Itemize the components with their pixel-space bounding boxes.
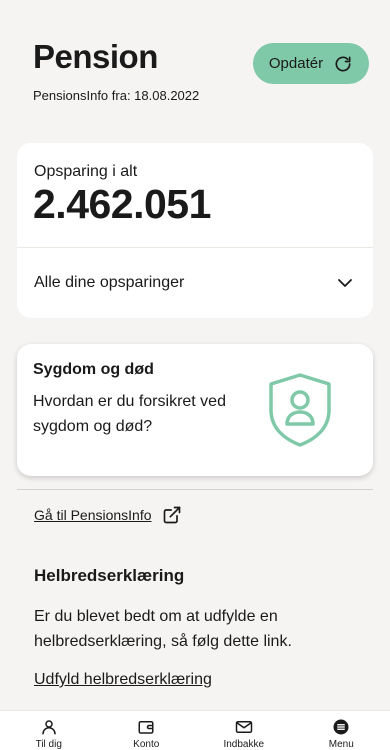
pensionsinfo-date: PensionsInfo fra: 18.08.2022 (33, 88, 200, 103)
nav-item-indbakke[interactable]: Indbakke (195, 711, 292, 750)
savings-card: Opsparing i alt 2.462.051 Alle dine opsp… (17, 143, 373, 318)
savings-total: 2.462.051 (33, 181, 211, 227)
pensionsinfo-link-label: Gå til PensionsInfo (34, 507, 152, 523)
nav-label: Til dig (35, 739, 62, 750)
health-title: Helbredserklæring (34, 566, 185, 585)
insurance-text: Hvordan er du forsikret ved sygdom og dø… (33, 393, 226, 435)
refresh-icon (335, 56, 351, 71)
nav-item-til-dig[interactable]: Til dig (0, 711, 97, 750)
nav-item-konto[interactable]: Konto (98, 711, 195, 750)
nav-item-menu[interactable]: Menu (293, 711, 390, 750)
insurance-card[interactable]: Sygdom og død Hvordan er du forsikret ve… (17, 344, 373, 476)
all-savings-label: Alle dine opsparinger (34, 274, 185, 291)
health-text: Er du blevet bedt om at udfylde en helbr… (34, 608, 292, 650)
header: Pension PensionsInfo fra: 18.08.2022 Opd… (0, 0, 390, 130)
nav-label: Konto (133, 739, 160, 750)
pensionsinfo-link[interactable]: Gå til PensionsInfo (34, 505, 182, 525)
mail-icon (235, 721, 252, 733)
person-icon (42, 720, 56, 735)
section-divider (17, 489, 373, 490)
nav-label: Indbakke (223, 739, 265, 750)
menu-icon (333, 719, 349, 735)
nav-label: Menu (328, 739, 354, 750)
health-declaration-link[interactable]: Udfyld helbredserklæring (34, 671, 212, 689)
update-button[interactable]: Opdatér (253, 43, 369, 84)
chevron-down-icon (338, 279, 352, 287)
external-link-icon (163, 506, 180, 524)
wallet-icon (138, 721, 154, 734)
bottom-nav: Til dig Konto Indbakke Menu (0, 710, 390, 750)
insurance-title: Sygdom og død (33, 361, 154, 378)
shield-person-icon (269, 373, 331, 447)
all-savings-toggle[interactable]: Alle dine opsparinger (17, 248, 373, 318)
update-button-label: Opdatér (268, 55, 324, 72)
page-title: Pension (33, 38, 158, 75)
savings-label: Opsparing i alt (34, 163, 138, 180)
